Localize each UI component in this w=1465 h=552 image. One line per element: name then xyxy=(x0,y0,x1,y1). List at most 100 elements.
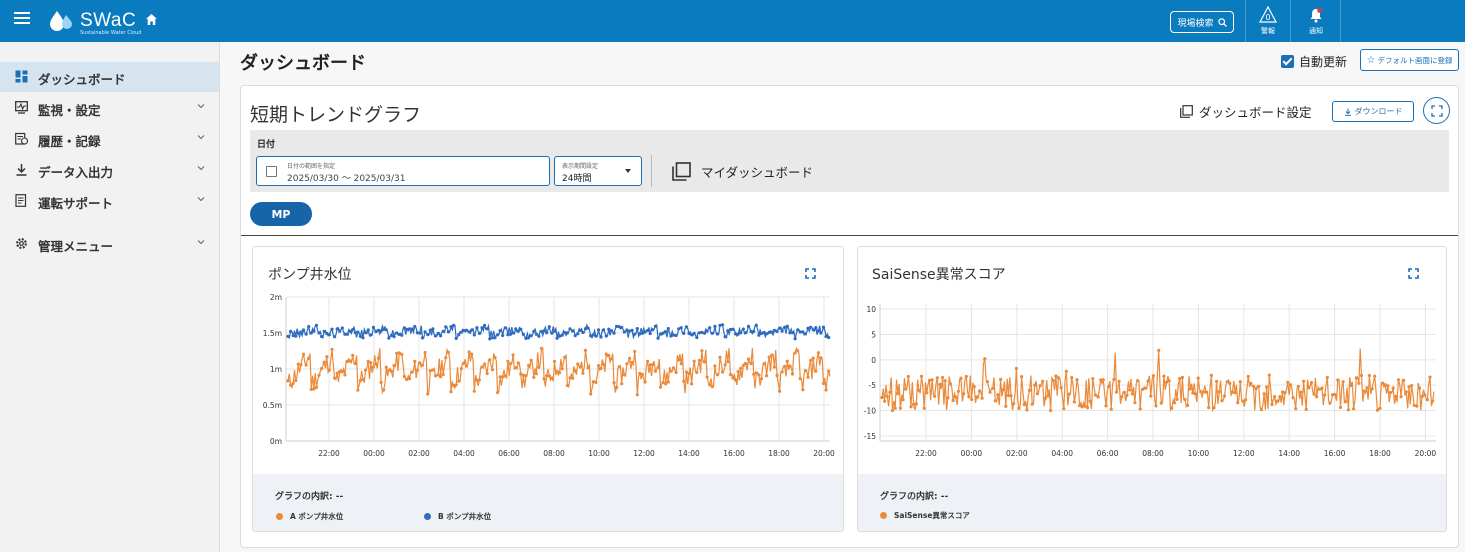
data-point xyxy=(607,353,611,358)
data-point xyxy=(1420,394,1424,399)
data-point xyxy=(1085,406,1090,410)
data-point xyxy=(444,325,448,329)
site-search-button[interactable]: 現場検索 xyxy=(1170,11,1234,33)
data-point xyxy=(483,362,487,366)
data-point xyxy=(594,380,598,384)
data-point xyxy=(1354,376,1358,380)
data-point xyxy=(1049,408,1053,413)
data-point xyxy=(496,333,500,337)
sidebar-item-monitor[interactable]: 監視・設定 xyxy=(0,93,219,123)
data-point xyxy=(1236,401,1240,405)
sidebar-item-support[interactable]: 運転サポート xyxy=(0,186,219,216)
data-point xyxy=(1428,375,1432,379)
data-point xyxy=(1404,390,1408,394)
data-point xyxy=(1425,398,1429,402)
sidebar-item-data-io[interactable]: データ入出力 xyxy=(0,155,219,185)
auto-refresh-checkbox[interactable]: 自動更新 xyxy=(1281,53,1347,70)
data-point xyxy=(1080,405,1084,409)
data-point xyxy=(651,328,655,332)
data-point xyxy=(708,383,712,387)
data-point xyxy=(1244,398,1248,402)
data-point xyxy=(581,371,585,375)
sidebar-item-history[interactable]: 履歴・記録 xyxy=(0,124,219,154)
data-point xyxy=(1220,399,1224,403)
my-dashboard-button[interactable]: マイダッシュボード xyxy=(672,162,813,181)
data-point xyxy=(1410,384,1414,388)
data-point xyxy=(739,366,743,370)
data-point xyxy=(475,326,479,330)
data-point xyxy=(514,366,518,370)
data-point xyxy=(467,330,471,334)
data-point xyxy=(457,379,461,383)
data-point xyxy=(788,364,792,368)
data-point xyxy=(578,365,582,369)
data-point xyxy=(767,355,771,359)
notification-button[interactable]: 通知 xyxy=(1299,6,1333,38)
data-point xyxy=(508,362,513,366)
data-point xyxy=(364,368,368,372)
data-point xyxy=(289,383,293,387)
data-point xyxy=(718,355,722,359)
data-point xyxy=(330,327,334,331)
data-point xyxy=(646,328,650,333)
alarm-label: 警報 xyxy=(1261,27,1275,35)
date-range-field[interactable]: 日付の範囲を指定 2025/03/30 〜 2025/03/31 xyxy=(256,156,550,186)
expand-icon[interactable] xyxy=(1408,268,1419,279)
data-point xyxy=(816,329,821,333)
data-point xyxy=(351,328,355,332)
expand-icon[interactable] xyxy=(805,268,816,279)
data-point xyxy=(301,352,306,356)
data-point xyxy=(715,332,720,336)
data-point xyxy=(477,331,481,335)
data-point xyxy=(420,336,425,340)
legend-item[interactable]: A ポンプ井水位 xyxy=(276,511,343,522)
data-point xyxy=(972,385,976,389)
topbar-divider xyxy=(1340,0,1341,42)
data-point xyxy=(1088,399,1092,403)
data-point xyxy=(452,323,456,327)
data-point xyxy=(472,389,476,393)
dashboard-settings-button[interactable]: ダッシュボード設定 xyxy=(1180,102,1312,121)
sidebar-item-dashboard[interactable]: ダッシュボード xyxy=(0,62,219,92)
data-point xyxy=(1328,401,1332,405)
data-point xyxy=(599,366,603,371)
legend-item[interactable]: B ポンプ井水位 xyxy=(424,511,491,522)
data-point xyxy=(400,352,404,356)
data-point xyxy=(488,358,492,362)
data-point xyxy=(658,385,663,389)
hamburger-menu-icon[interactable] xyxy=(14,12,30,26)
legend-item[interactable]: SaiSense異常スコア xyxy=(880,510,970,521)
copy-icon xyxy=(1180,105,1193,118)
data-point xyxy=(446,330,450,334)
data-point xyxy=(578,328,582,333)
data-point xyxy=(677,358,681,362)
data-point xyxy=(545,331,549,335)
data-point xyxy=(653,369,657,373)
sidebar-item-admin[interactable]: 管理メニュー xyxy=(0,229,219,259)
data-point xyxy=(996,393,1000,397)
data-point xyxy=(576,332,580,336)
data-point xyxy=(493,355,497,360)
data-point xyxy=(353,362,357,366)
data-point xyxy=(532,375,536,379)
data-point xyxy=(909,405,913,409)
data-point xyxy=(809,358,813,362)
download-button[interactable]: ダウンロード xyxy=(1332,101,1414,122)
swac-logo[interactable] xyxy=(48,9,76,31)
home-icon[interactable] xyxy=(145,13,158,26)
x-tick-label: 18:00 xyxy=(768,449,790,458)
data-point xyxy=(392,335,396,339)
mp-button[interactable]: MP xyxy=(250,202,312,226)
data-point xyxy=(630,328,634,332)
data-point xyxy=(1196,376,1200,380)
data-point xyxy=(809,325,813,329)
top-bar: SWaC Sustainable Water Cloud 現場検索 0 警報 通… xyxy=(0,0,1465,42)
chevron-down-icon xyxy=(197,166,205,171)
data-point xyxy=(325,355,329,359)
fullscreen-button[interactable] xyxy=(1423,97,1450,124)
alarm-button[interactable]: 0 警報 xyxy=(1251,5,1285,38)
period-select[interactable]: 表示期間設定 24時間 xyxy=(554,156,642,186)
default-screen-button[interactable]: ☆ デフォルト画面に登録 xyxy=(1360,49,1459,71)
date-range-value: 2025/03/30 〜 2025/03/31 xyxy=(287,174,406,184)
data-point xyxy=(490,368,494,372)
